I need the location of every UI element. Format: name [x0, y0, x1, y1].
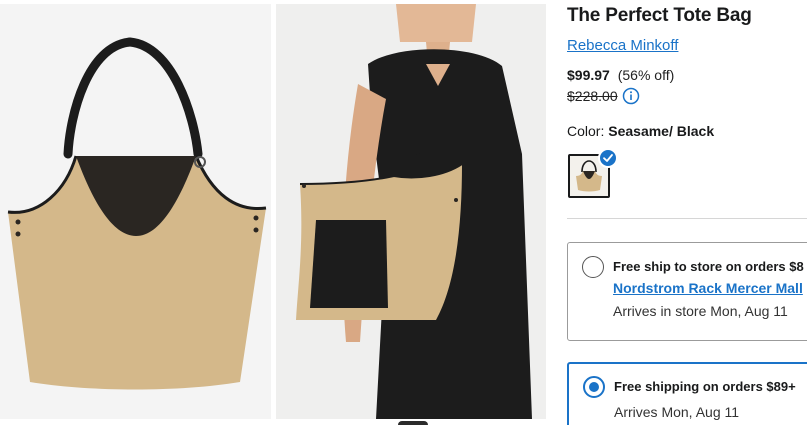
shipping-arrival-date: Arrives Mon, Aug 11 [614, 404, 740, 420]
product-title: The Perfect Tote Bag [567, 5, 752, 26]
product-details: The Perfect Tote Bag Rebecca Minkoff $99… [567, 0, 807, 425]
selected-check-icon [598, 148, 618, 168]
brand-link[interactable]: Rebecca Minkoff [567, 37, 678, 54]
store-arrival-date: Arrives in store Mon, Aug 11 [613, 303, 788, 319]
free-shipping-option[interactable]: Free shipping on orders $89+ Arrives Mon… [567, 362, 807, 425]
product-photo-bag[interactable] [0, 4, 271, 419]
ship-to-store-option[interactable]: Free ship to store on orders $8 Nordstro… [567, 242, 807, 341]
free-shipping-title: Free shipping on orders $89+ [614, 379, 796, 394]
section-divider [567, 218, 807, 219]
product-photo-model[interactable] [276, 4, 546, 419]
color-name: Seasame/ Black [608, 123, 715, 139]
info-icon[interactable] [622, 87, 640, 105]
radio-selected-dot [589, 382, 599, 392]
discount-percent: (56% off) [617, 67, 675, 83]
store-link[interactable]: Nordstrom Rack Mercer Mall [613, 280, 803, 296]
product-gallery [0, 0, 548, 425]
tote-bag-image [7, 37, 267, 390]
original-price-row: $228.00 [567, 87, 640, 105]
gallery-scroll-indicator[interactable] [398, 421, 428, 425]
sale-price: $99.97 [567, 67, 610, 83]
ship-to-store-radio[interactable] [582, 256, 604, 278]
model-with-tote-image [276, 4, 546, 419]
price-row: $99.97 (56% off) [567, 67, 674, 83]
color-label: Color: [567, 123, 605, 139]
free-shipping-radio[interactable] [583, 376, 605, 398]
original-price: $228.00 [567, 88, 618, 104]
ship-to-store-title: Free ship to store on orders $8 [613, 259, 804, 274]
color-selection-label: Color: Seasame/ Black [567, 123, 714, 139]
